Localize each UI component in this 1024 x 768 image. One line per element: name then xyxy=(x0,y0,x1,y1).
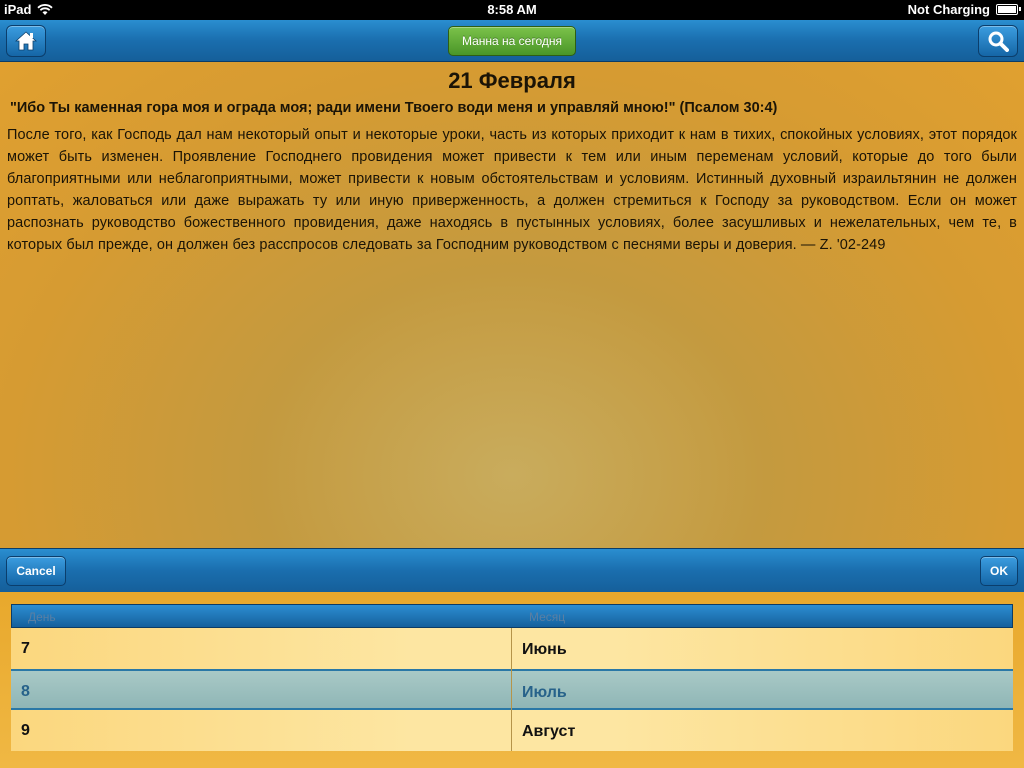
picker-row[interactable]: 7 Июнь xyxy=(11,628,1013,669)
battery-icon xyxy=(996,4,1021,15)
battery-status: Not Charging xyxy=(907,2,990,17)
manna-today-button[interactable]: Манна на сегодня xyxy=(448,26,576,56)
picker-rows[interactable]: 7 Июнь 8 Июль 9 Август xyxy=(11,628,1013,751)
picker-toolbar: Cancel OK xyxy=(0,548,1024,592)
month-value[interactable]: Июнь xyxy=(522,641,567,659)
day-value[interactable]: 9 xyxy=(21,722,30,740)
commentary-text: После того, как Господь дал нам некоторы… xyxy=(7,127,1017,253)
day-column-header: День xyxy=(28,610,56,624)
picker-row[interactable]: 9 Август xyxy=(11,710,1013,751)
search-button[interactable] xyxy=(978,25,1018,57)
status-bar: iPad 8:58 AM Not Charging xyxy=(0,0,1024,20)
clock: 8:58 AM xyxy=(487,2,537,17)
reading-content: 21 Февраля "Ибо Ты каменная гора моя и о… xyxy=(0,62,1024,548)
month-value[interactable]: Август xyxy=(522,723,575,741)
search-icon xyxy=(988,31,1009,52)
month-column-header: Месяц xyxy=(529,610,566,624)
cancel-button[interactable]: Cancel xyxy=(6,556,66,586)
day-value[interactable]: 7 xyxy=(21,640,30,658)
date-picker: День Месяц 7 Июнь 8 Июль 9 Август xyxy=(0,592,1024,768)
home-button[interactable] xyxy=(6,25,46,57)
day-value-selected[interactable]: 8 xyxy=(21,683,30,701)
top-toolbar: Манна на сегодня xyxy=(0,20,1024,62)
home-icon xyxy=(15,31,37,51)
page-title: 21 Февраля xyxy=(448,68,576,93)
picker-row-selected[interactable]: 8 Июль xyxy=(11,669,1013,710)
picker-header: День Месяц xyxy=(11,604,1013,628)
scripture-verse: "Ибо Ты каменная гора моя и ограда моя; … xyxy=(10,100,778,116)
month-value-selected[interactable]: Июль xyxy=(522,684,567,702)
column-divider xyxy=(511,628,512,751)
ok-button[interactable]: OK xyxy=(980,556,1018,586)
